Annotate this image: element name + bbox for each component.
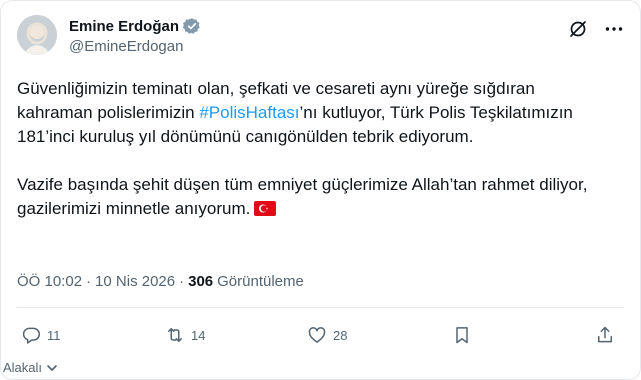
views-count: 306 (188, 273, 214, 290)
tweet-text: Güvenliğimizin teminatı olan, şefkati ve… (17, 77, 607, 221)
reply-button[interactable]: 11 (21, 325, 61, 345)
tweet-card: Emine Erdoğan @EmineErdogan Güvenliğimiz… (0, 0, 641, 380)
tweet-text-part-3: Vazife başında şehit düşen tüm emniyet g… (17, 175, 588, 218)
tweet-date[interactable]: 10 Nis 2026 (95, 273, 175, 290)
like-button[interactable]: 28 (307, 325, 347, 345)
tweet-paragraph-1: Güvenliğimizin teminatı olan, şefkati ve… (17, 77, 607, 149)
share-button[interactable] (595, 325, 615, 345)
header-icons (568, 19, 624, 39)
turkey-flag-icon (254, 199, 277, 216)
repost-button[interactable]: 14 (165, 325, 205, 345)
bookmark-button[interactable] (452, 325, 472, 345)
heart-icon (308, 327, 326, 343)
tweet-paragraph-2: Vazife başında şehit düşen tüm emniyet g… (17, 173, 607, 221)
share-icon (598, 326, 612, 343)
tweet-header: Emine Erdoğan @EmineErdogan (17, 13, 624, 63)
relevance-label: Alakalı (3, 360, 43, 375)
like-count: 28 (333, 327, 348, 343)
avatar[interactable] (17, 15, 57, 55)
tweet-meta: ÖÖ 10:02 · 10 Nis 2026 · 306 Görüntüleme (17, 273, 304, 290)
divider (17, 307, 624, 308)
meta-separator: · (86, 273, 92, 290)
repost-count: 14 (191, 327, 206, 343)
meta-separator: · (179, 273, 185, 290)
views-label: Görüntüleme (217, 273, 304, 290)
verified-badge-icon (182, 17, 201, 35)
repost-icon (168, 328, 182, 342)
reply-icon (22, 327, 41, 344)
slash-circle-icon[interactable] (568, 19, 588, 39)
tweet-time[interactable]: ÖÖ 10:02 (17, 273, 82, 290)
action-bar: 11 14 28 (17, 325, 624, 349)
bookmark-icon (456, 327, 468, 344)
user-handle[interactable]: @EmineErdogan (69, 38, 201, 55)
chevron-down-icon (47, 364, 57, 371)
name-block: Emine Erdoğan @EmineErdogan (69, 17, 201, 55)
relevance-menu[interactable]: Alakalı (3, 360, 58, 375)
more-dots-icon[interactable] (604, 19, 624, 39)
hashtag-link[interactable]: #PolisHaftası (199, 103, 299, 122)
reply-count: 11 (47, 327, 61, 343)
display-name[interactable]: Emine Erdoğan (69, 18, 179, 35)
